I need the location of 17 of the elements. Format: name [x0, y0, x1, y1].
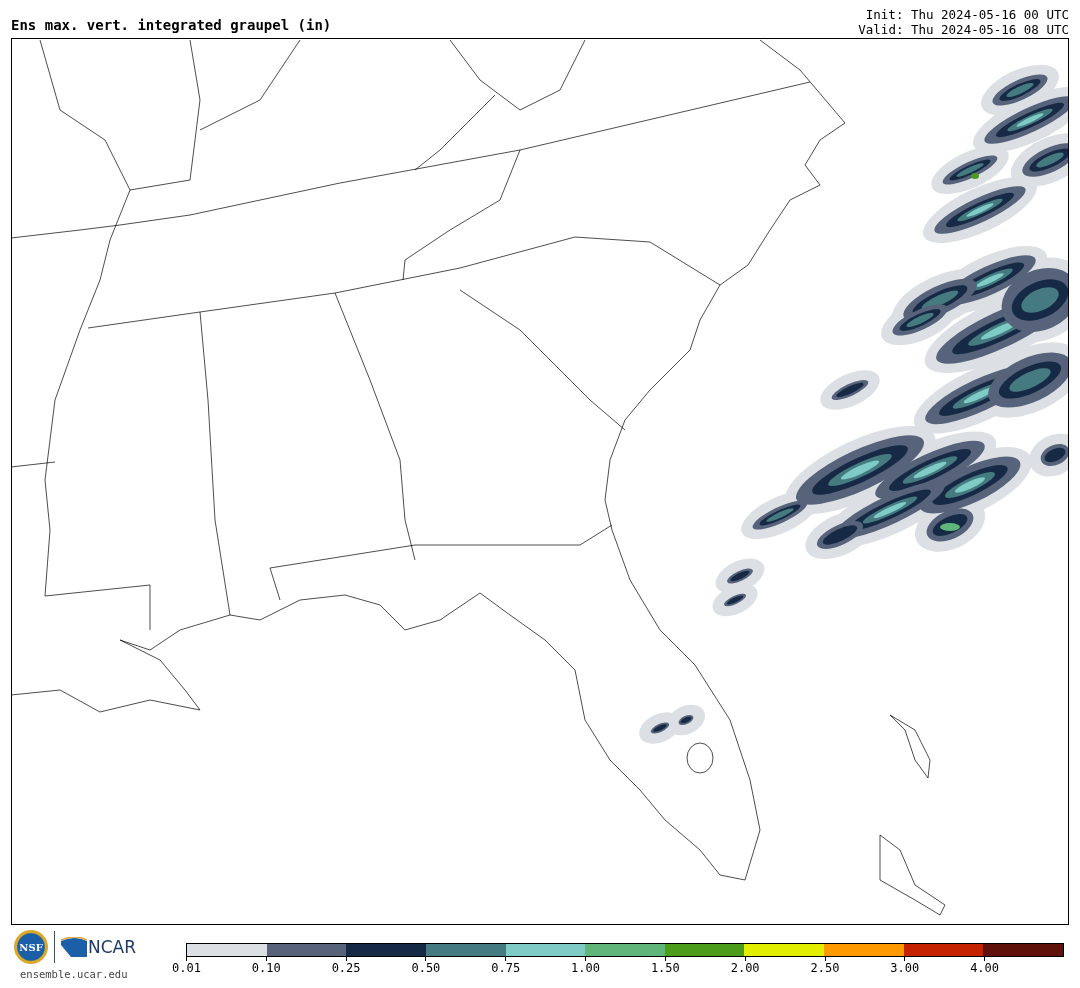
- colorbar-label: 3.00: [890, 961, 920, 975]
- colorbar-label: 2.50: [810, 961, 840, 975]
- nsf-logo: NSF: [14, 930, 48, 964]
- colorbar-label: 0.25: [331, 961, 361, 975]
- colorbar-label: 4.00: [970, 961, 1000, 975]
- ncar-logo: NCAR: [61, 937, 137, 957]
- colorbar-label: 2.00: [730, 961, 760, 975]
- colorbar-label: 0.50: [411, 961, 441, 975]
- map-title: Ens max. vert. integrated graupel (in): [11, 17, 332, 35]
- website-url: ensemble.ucar.edu: [20, 968, 128, 980]
- valid-time: Valid: Thu 2024-05-16 08 UTC: [858, 22, 1069, 37]
- colorbar-label: 0.75: [491, 961, 521, 975]
- colorbar-label: 0.10: [251, 961, 281, 975]
- colorbar-label: 0.01: [172, 961, 201, 975]
- colorbar-label: 1.00: [571, 961, 600, 975]
- init-time: Init: Thu 2024-05-16 00 UTC: [865, 8, 1069, 23]
- colorbar-label: 1.50: [650, 961, 680, 975]
